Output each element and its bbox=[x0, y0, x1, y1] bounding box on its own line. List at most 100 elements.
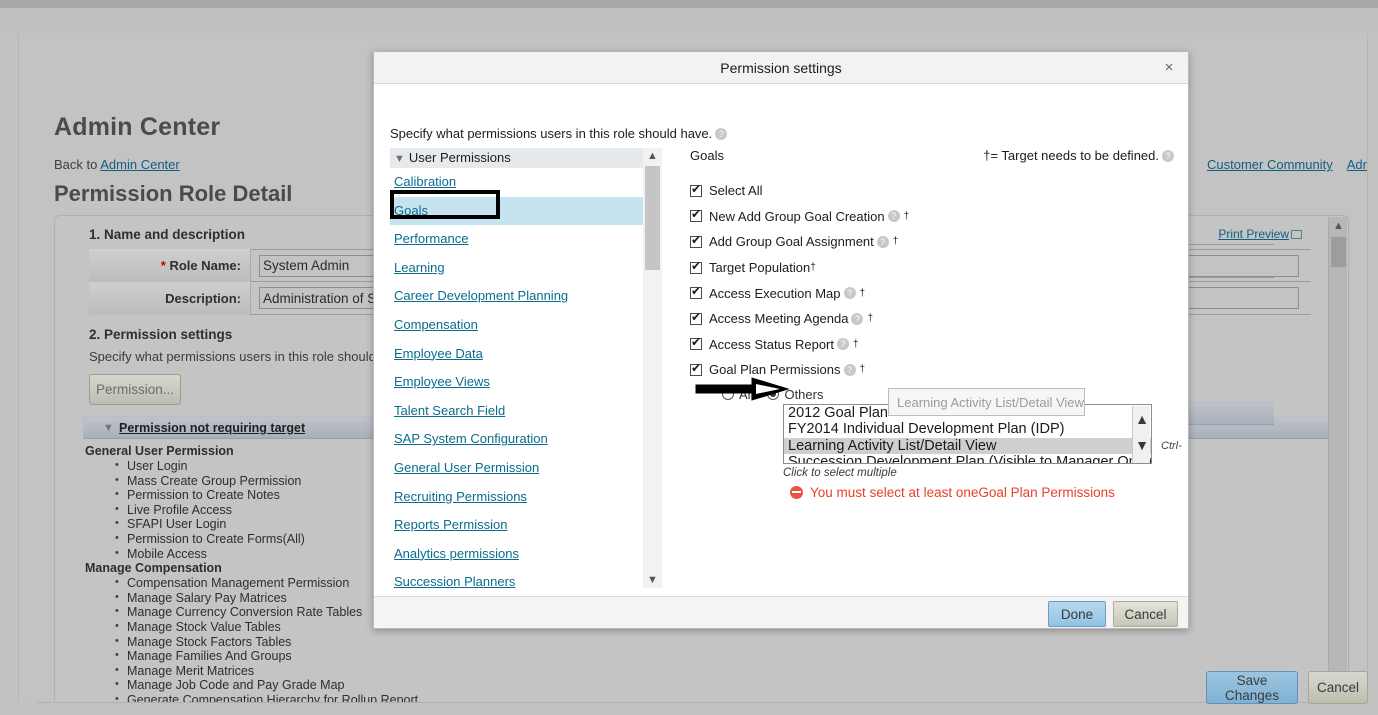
sidebar-item-succession-planners[interactable]: Succession Planners bbox=[390, 568, 659, 597]
listbox-vertical-scrollbar[interactable]: ▲ ▼ bbox=[1132, 405, 1151, 463]
sidebar-item-compensation[interactable]: Compensation bbox=[390, 311, 659, 340]
checkbox-row-access-meeting-agenda[interactable]: Access Meeting Agenda ?† bbox=[690, 306, 1174, 332]
checkbox-label: Access Meeting Agenda bbox=[709, 311, 849, 327]
chevron-down-icon: ▼ bbox=[394, 153, 405, 165]
checkbox-select-all[interactable] bbox=[690, 182, 702, 197]
sidebar-item-calibration[interactable]: Calibration bbox=[390, 168, 659, 197]
nav-item-list: Calibration Goals Performance Learning C… bbox=[390, 168, 659, 597]
breadcrumb-link-admin-center[interactable]: Admin Center bbox=[100, 157, 179, 172]
cancel-button[interactable]: Cancel bbox=[1113, 601, 1178, 627]
nav-item-label[interactable]: Goals bbox=[394, 203, 428, 218]
nav-item-label[interactable]: Employee Views bbox=[394, 374, 490, 389]
sidebar-item-talent-search-field[interactable]: Talent Search Field bbox=[390, 397, 659, 426]
dialog-header: Permission settings × bbox=[374, 52, 1188, 84]
list-item: Manage Stock Factors Tables bbox=[113, 634, 785, 650]
dialog-intro-label: Specify what permissions users in this r… bbox=[390, 126, 713, 141]
background-section-bar bbox=[1186, 402, 1274, 425]
help-icon[interactable]: ? bbox=[887, 210, 900, 223]
checkbox-access-status-report[interactable] bbox=[690, 335, 702, 351]
sidebar-item-career-development-planning[interactable]: Career Development Planning bbox=[390, 282, 659, 311]
dagger-marker: † bbox=[859, 364, 866, 376]
nav-item-label[interactable]: Employee Data bbox=[394, 346, 483, 361]
scroll-up-icon[interactable]: ▲ bbox=[1329, 217, 1348, 235]
sidebar-item-recruiting-permissions[interactable]: Recruiting Permissions bbox=[390, 483, 659, 512]
link-customer-community[interactable]: Customer Community bbox=[1207, 157, 1333, 172]
checkbox-target-population[interactable] bbox=[690, 259, 702, 274]
radio-others-label: Others bbox=[784, 386, 824, 402]
panel-vertical-scrollbar[interactable]: ▲ bbox=[1328, 217, 1347, 703]
nav-item-label[interactable]: General User Permission bbox=[394, 460, 539, 475]
sidebar-item-analytics-permissions[interactable]: Analytics permissions bbox=[390, 540, 659, 569]
checkbox-label: Access Status Report bbox=[709, 336, 834, 352]
nav-item-label[interactable]: Analytics permissions bbox=[394, 546, 519, 561]
link-admin-resources[interactable]: Admin Resou bbox=[1347, 157, 1367, 172]
checkbox-add-group-goal-assignment[interactable] bbox=[690, 233, 702, 248]
nav-item-label[interactable]: Reports Permission bbox=[394, 517, 507, 532]
checkbox-goal-plan-permissions[interactable] bbox=[690, 361, 702, 376]
nav-item-label[interactable]: Recruiting Permissions bbox=[394, 489, 527, 504]
checkbox-row-new-add-group-goal-creation[interactable]: New Add Group Goal Creation ?† bbox=[690, 204, 1174, 230]
sidebar-item-employee-data[interactable]: Employee Data bbox=[390, 340, 659, 369]
scroll-down-icon[interactable]: ▼ bbox=[1133, 432, 1151, 458]
permission-role-detail-title: Permission Role Detail bbox=[54, 181, 293, 206]
nav-item-label[interactable]: Talent Search Field bbox=[394, 403, 505, 418]
checkbox-label: Target Population bbox=[709, 260, 811, 276]
nav-item-label[interactable]: Performance bbox=[394, 231, 468, 246]
sidebar-item-employee-views[interactable]: Employee Views bbox=[390, 368, 659, 397]
list-item[interactable]: Succession Development Plan (Visible to … bbox=[784, 454, 1151, 463]
help-icon[interactable]: ? bbox=[876, 235, 889, 248]
permission-settings-dialog: Permission settings × Specify what permi… bbox=[373, 51, 1189, 629]
click-to-select-hint: Click to select multiple bbox=[783, 466, 897, 479]
help-icon[interactable]: ? bbox=[1162, 150, 1174, 162]
scroll-up-icon[interactable]: ▲ bbox=[643, 148, 662, 164]
scrollbar-thumb[interactable] bbox=[645, 166, 660, 270]
page-cancel-button[interactable]: Cancel bbox=[1308, 671, 1368, 704]
scroll-down-icon[interactable]: ▼ bbox=[643, 572, 662, 588]
sidebar-item-reports-permission[interactable]: Reports Permission bbox=[390, 511, 659, 540]
nav-item-label[interactable]: Career Development Planning bbox=[394, 288, 568, 303]
dialog-footer: Done Cancel bbox=[374, 596, 1188, 628]
nav-item-label[interactable]: SAP System Configuration bbox=[394, 431, 548, 446]
user-permissions-nav-header[interactable]: ▼ User Permissions bbox=[390, 148, 659, 168]
checkbox-row-access-execution-map[interactable]: Access Execution Map ?† bbox=[690, 280, 1174, 306]
role-name-label-text: Role Name: bbox=[169, 258, 241, 273]
sidebar-item-goals[interactable]: Goals bbox=[390, 196, 659, 226]
checkbox-row-access-status-report[interactable]: Access Status Report ? † bbox=[690, 332, 1174, 358]
checkbox-row-add-group-goal-assignment[interactable]: Add Group Goal Assignment ?† bbox=[690, 229, 1174, 255]
help-icon[interactable]: ? bbox=[837, 338, 849, 351]
permission-button[interactable]: Permission... bbox=[89, 374, 181, 405]
nav-item-label[interactable]: Calibration bbox=[394, 174, 456, 189]
checkbox-row-select-all[interactable]: Select All bbox=[690, 178, 1174, 204]
scrollbar-thumb[interactable] bbox=[1331, 237, 1346, 267]
dagger-marker: † bbox=[867, 313, 874, 325]
chevron-down-icon: ▼ bbox=[103, 422, 114, 434]
sidebar-item-general-user-permission[interactable]: General User Permission bbox=[390, 454, 659, 483]
scroll-up-icon[interactable]: ▲ bbox=[1133, 406, 1151, 432]
sidebar-item-sap-system-configuration[interactable]: SAP System Configuration bbox=[390, 425, 659, 454]
done-button[interactable]: Done bbox=[1048, 601, 1106, 627]
list-item[interactable]: Learning Activity List/Detail View bbox=[784, 437, 1151, 455]
close-icon[interactable]: × bbox=[1158, 56, 1180, 78]
nav-item-label[interactable]: Learning bbox=[394, 260, 445, 275]
checkbox-access-execution-map[interactable] bbox=[690, 284, 702, 300]
sidebar-item-performance[interactable]: Performance bbox=[390, 225, 659, 254]
list-item[interactable]: FY2014 Individual Development Plan (IDP) bbox=[784, 421, 1151, 438]
goals-panel-header: Goals †= Target needs to be defined.? bbox=[690, 148, 1174, 170]
nav-item-label[interactable]: Succession Planners bbox=[394, 574, 515, 589]
target-note: †= Target needs to be defined.? bbox=[983, 148, 1174, 163]
save-changes-button[interactable]: Save Changes bbox=[1206, 671, 1298, 704]
sidebar-item-learning[interactable]: Learning bbox=[390, 254, 659, 283]
help-icon[interactable]: ? bbox=[843, 363, 856, 376]
permission-not-requiring-target-label: Permission not requiring target bbox=[119, 421, 306, 435]
list-item: Manage Merit Matrices bbox=[113, 663, 785, 679]
checkbox-new-add-group-goal-creation[interactable] bbox=[690, 207, 702, 223]
breadcrumb: Back to Admin Center bbox=[54, 157, 180, 172]
help-icon[interactable]: ? bbox=[843, 287, 856, 300]
help-icon[interactable]: ? bbox=[851, 312, 864, 325]
checkbox-access-meeting-agenda[interactable] bbox=[690, 310, 702, 325]
checkbox-row-target-population[interactable]: Target Population† bbox=[690, 255, 1174, 281]
help-icon[interactable]: ? bbox=[715, 128, 728, 140]
nav-item-label[interactable]: Compensation bbox=[394, 317, 478, 332]
nav-vertical-scrollbar[interactable]: ▲ ▼ bbox=[643, 148, 662, 588]
goals-panel-title: Goals bbox=[690, 148, 724, 163]
